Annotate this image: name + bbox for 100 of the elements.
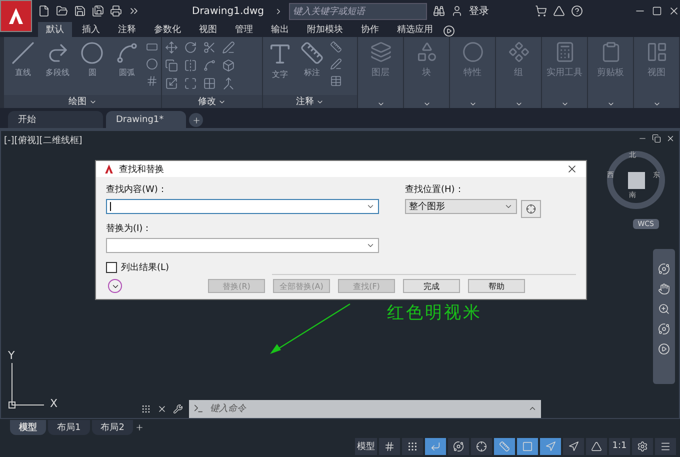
- binoculars-icon[interactable]: [433, 5, 445, 17]
- ribbon-tab[interactable]: 输出: [263, 22, 297, 37]
- dimension-icon[interactable]: [300, 41, 324, 65]
- status-toggle[interactable]: [586, 438, 607, 454]
- file-tab[interactable]: Drawing1*: [106, 111, 186, 128]
- circle-icon[interactable]: [80, 41, 104, 65]
- save-icon[interactable]: [74, 5, 86, 17]
- ribbon-tab[interactable]: 注释: [110, 22, 144, 37]
- panel-title[interactable]: 注释: [296, 95, 314, 108]
- axis-label: Y: [8, 349, 15, 362]
- status-toggle[interactable]: [540, 438, 561, 454]
- find-input-field[interactable]: [106, 199, 379, 214]
- model-button[interactable]: 模型: [355, 438, 377, 454]
- checkbox-label[interactable]: 列出结果(L): [121, 261, 170, 274]
- cube-icon[interactable]: [222, 59, 235, 72]
- rotate-icon[interactable]: [184, 41, 197, 54]
- array-icon[interactable]: [203, 77, 216, 90]
- cart-icon[interactable]: [535, 5, 547, 17]
- close-icon[interactable]: [566, 163, 578, 175]
- tool-label[interactable]: 圆弧: [119, 67, 136, 78]
- ribbon-tab[interactable]: 插入: [74, 22, 108, 37]
- scale-button[interactable]: 1:1: [609, 438, 630, 454]
- rectangle-icon[interactable]: [146, 41, 158, 53]
- file-tab[interactable]: 开始: [8, 111, 103, 128]
- arc-icon[interactable]: [115, 41, 140, 65]
- new-file-icon[interactable]: [38, 5, 50, 17]
- layout-tab[interactable]: 布局2: [92, 420, 134, 434]
- grip-icon: [141, 404, 151, 414]
- status-toggle[interactable]: [471, 438, 492, 454]
- panel-toggle-icon[interactable]: [443, 25, 455, 37]
- pick-button[interactable]: [521, 200, 541, 218]
- status-toggle[interactable]: [517, 438, 538, 454]
- tool-label[interactable]: 标注: [304, 67, 320, 78]
- caret-icon: [468, 100, 476, 108]
- replace-input-field[interactable]: [106, 238, 379, 253]
- user-icon[interactable]: [451, 5, 463, 17]
- status-toggle[interactable]: [402, 438, 423, 454]
- close-icon[interactable]: [157, 404, 167, 414]
- status-toggle[interactable]: [563, 438, 584, 454]
- hatch-icon[interactable]: [146, 75, 158, 87]
- stretch-icon[interactable]: [165, 77, 178, 90]
- table-icon[interactable]: [330, 75, 342, 87]
- save-as-icon[interactable]: [92, 5, 104, 17]
- layout-tab[interactable]: 模型: [10, 420, 46, 434]
- tool-label[interactable]: 多段线: [46, 67, 70, 78]
- tool-label[interactable]: 直线: [14, 67, 31, 78]
- viewport-label[interactable]: [-][俯视][二维线框]: [4, 134, 82, 147]
- print-icon[interactable]: [110, 5, 122, 17]
- status-toggle[interactable]: [494, 438, 515, 454]
- ribbon-tab[interactable]: 视图: [191, 22, 225, 37]
- close-icon[interactable]: [668, 5, 680, 17]
- ribbon-tab[interactable]: 管理: [227, 22, 261, 37]
- plus-icon[interactable]: [135, 422, 144, 432]
- move-icon[interactable]: [165, 41, 178, 54]
- tool-label[interactable]: 圆: [88, 67, 96, 78]
- menu-button[interactable]: [655, 438, 676, 454]
- dialog-button[interactable]: 完成: [403, 279, 460, 293]
- ribbon-tab[interactable]: 精选应用: [389, 22, 441, 37]
- open-folder-icon[interactable]: [56, 5, 68, 17]
- status-toggle[interactable]: [448, 438, 469, 454]
- pen-icon[interactable]: [222, 41, 235, 54]
- pan-icon[interactable]: [658, 283, 670, 295]
- close-icon[interactable]: [666, 134, 675, 143]
- search-field[interactable]: 键入关键字或短语: [289, 2, 427, 20]
- tool-label[interactable]: 文字: [272, 69, 288, 80]
- copy-icon[interactable]: [165, 59, 178, 72]
- app-logo[interactable]: [0, 0, 32, 32]
- new-tab-button[interactable]: [189, 113, 203, 127]
- expand-button[interactable]: [108, 279, 122, 293]
- zoom-icon[interactable]: [658, 303, 670, 315]
- scissors-icon[interactable]: [203, 41, 216, 54]
- maximize-icon[interactable]: [652, 6, 662, 16]
- text-cursor: [110, 202, 111, 211]
- ribbon-tab[interactable]: 附加模块: [299, 22, 351, 37]
- ribbon-tab[interactable]: 协作: [353, 22, 387, 37]
- mirror-icon[interactable]: [184, 59, 197, 72]
- help-icon[interactable]: [571, 5, 583, 17]
- linear-icon[interactable]: [330, 41, 342, 53]
- location-select[interactable]: 整个图形: [405, 199, 517, 214]
- layout-tab[interactable]: 布局1: [48, 420, 90, 434]
- ribbon-tab[interactable]: 默认: [38, 22, 72, 37]
- restore-icon[interactable]: [652, 134, 661, 143]
- login-link[interactable]: 登录: [469, 4, 489, 18]
- showmotion-icon[interactable]: [658, 343, 670, 355]
- drawing-text: 红色明视米: [387, 302, 482, 324]
- command-input-field[interactable]: 键入命令: [189, 400, 541, 418]
- status-toggle[interactable]: [379, 438, 400, 454]
- panel-title[interactable]: 绘图: [68, 95, 86, 108]
- leader-icon[interactable]: [330, 58, 342, 70]
- ribbon-tab[interactable]: 参数化: [146, 22, 189, 37]
- status-toggle[interactable]: [425, 438, 446, 454]
- line-icon[interactable]: [10, 41, 35, 65]
- more-icon[interactable]: [128, 5, 140, 17]
- selection-icon: [522, 440, 533, 452]
- checkbox[interactable]: [106, 262, 117, 273]
- dialog-button[interactable]: 帮助: [468, 279, 525, 293]
- panel-title[interactable]: 修改: [198, 95, 216, 108]
- settings-button[interactable]: [632, 438, 653, 454]
- wrench-icon[interactable]: [173, 404, 183, 414]
- letter-a-icon: [104, 164, 114, 174]
